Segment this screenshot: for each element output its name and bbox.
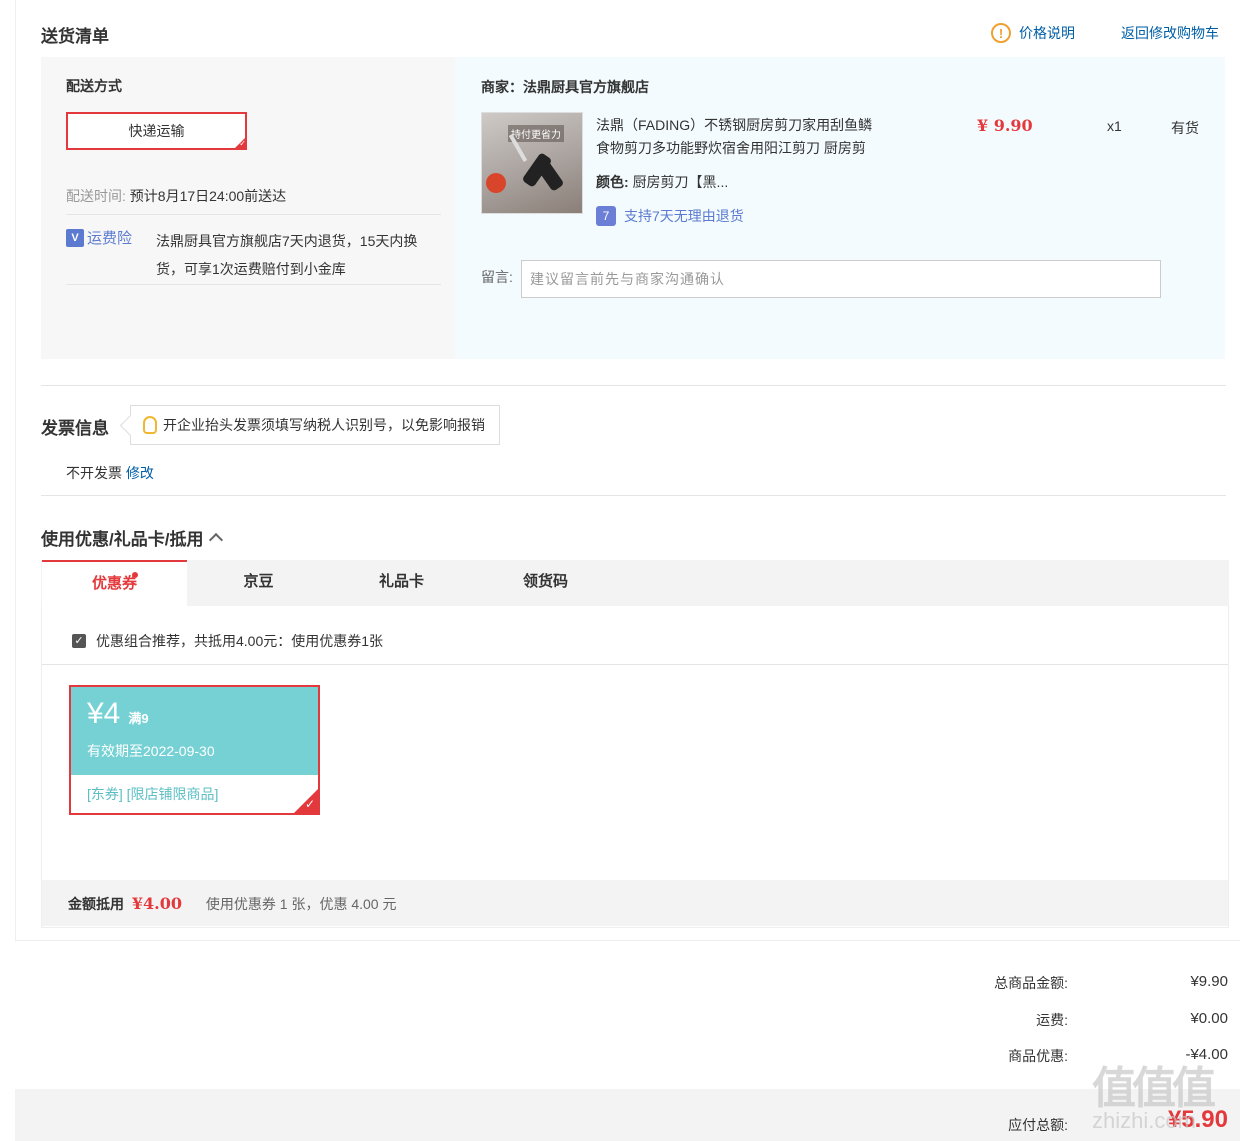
tab-coupon[interactable]: 优惠券 <box>42 560 187 606</box>
tab-pickup-code[interactable]: 领货码 <box>473 560 618 606</box>
tomato-shape <box>486 173 506 193</box>
payable-label: 应付总额: <box>1008 1117 1068 1133</box>
divider <box>41 495 1226 496</box>
discount-tabs: 优惠券 京豆 礼品卡 领货码 <box>41 560 1229 606</box>
invoice-title: 发票信息 <box>41 419 109 438</box>
return-7day-icon: 7 <box>596 206 616 226</box>
divider <box>66 284 441 285</box>
watermark-domain: zhizhi.com <box>1092 1108 1196 1133</box>
freight-insurance-badge[interactable]: V 运费险 <box>66 227 132 248</box>
summary-value: ¥9.90 <box>1190 973 1228 990</box>
price-note-label: 价格说明 <box>1019 25 1075 41</box>
freight-insurance-label: 运费险 <box>87 230 133 247</box>
return-policy: 7 支持7天无理由退货 <box>596 206 744 226</box>
coupon-card[interactable]: ¥4 满9 有效期至2022-09-30 [东券] [限店铺限商品] ✓ <box>69 685 320 815</box>
product-title[interactable]: 法鼎（FADING）不锈钢厨房剪刀家用刮鱼鳞 食物剪刀多功能野炊宿舍用阳江剪刀 … <box>596 114 896 160</box>
delivery-time-label: 配送时间: <box>66 188 126 204</box>
tab-gift-card[interactable]: 礼品卡 <box>329 560 474 606</box>
watermark-logo: 值值值 <box>1092 1064 1216 1113</box>
stock-status: 有货 <box>1171 120 1199 136</box>
coupon-validity: 有效期至2022-09-30 <box>87 743 215 759</box>
insurance-text-line1: 法鼎厨具官方旗舰店7天内退货，15天内换 <box>156 233 418 249</box>
invoice-status: 不开发票 修改 <box>66 463 154 483</box>
express-shipping-option[interactable]: 快递运输 ✓ <box>66 112 247 150</box>
product-title-line1: 法鼎（FADING）不锈钢厨房剪刀家用刮鱼鳞 <box>596 117 873 133</box>
delivery-time-value: 预计8月17日24:00前送达 <box>129 188 287 204</box>
product-image[interactable]: 持付更省力 <box>481 112 583 214</box>
coupon-check-icon: ✓ <box>304 797 315 811</box>
shipping-title: 送货清单 <box>41 27 109 46</box>
combo-recommend[interactable]: ✓ 优惠组合推荐，共抵用4.00元：使用优惠券1张 <box>72 631 383 651</box>
shipping-method-panel <box>41 57 455 359</box>
discount-section-header[interactable]: 使用优惠/礼品卡/抵用 <box>41 525 224 550</box>
coupon-value: ¥4 满9 <box>87 697 149 731</box>
tab-jd-beans[interactable]: 京豆 <box>186 560 331 606</box>
deduct-value: ¥4.00 <box>131 894 182 913</box>
deduct-label: 金额抵用 <box>68 896 124 912</box>
deduct-bar: 金额抵用 ¥4.00 使用优惠券 1 张，优惠 4.00 元 <box>42 880 1228 926</box>
combo-recommend-text: 优惠组合推荐，共抵用4.00元：使用优惠券1张 <box>96 633 384 649</box>
selected-check-icon: ✓ <box>233 136 247 150</box>
product-color-label: 颜色: <box>596 174 629 190</box>
coupon-tags: [东券] [限店铺限商品] <box>87 786 219 802</box>
product-image-caption: 持付更省力 <box>508 125 564 142</box>
invoice-status-text: 不开发票 <box>66 465 122 481</box>
price-note[interactable]: ! 价格说明 <box>991 23 1075 43</box>
summary-label: 商品优惠: <box>1008 1048 1068 1064</box>
method-label: 配送方式 <box>66 78 122 94</box>
coupon-amount: ¥4 <box>87 697 121 730</box>
discount-title: 使用优惠/礼品卡/抵用 <box>41 530 204 549</box>
new-dot-icon <box>132 572 138 578</box>
coupon-condition: 满9 <box>128 711 149 726</box>
summary-label: 运费: <box>1036 1012 1068 1028</box>
merchant-header: 商家：法鼎厨具官方旗舰店 <box>481 77 649 97</box>
product-price: ¥ 9.90 <box>977 116 1033 135</box>
shield-icon: V <box>66 228 84 247</box>
delivery-time: 配送时间: 预计8月17日24:00前送达 <box>66 186 286 206</box>
divider <box>41 385 1226 386</box>
coupon-card-top: ¥4 满9 有效期至2022-09-30 <box>71 687 318 775</box>
summary-value: ¥0.00 <box>1190 1010 1228 1027</box>
tab-coupon-label: 优惠券 <box>91 575 137 592</box>
summary-discount: 商品优惠: -¥4.00 <box>0 1046 1240 1066</box>
express-shipping-label: 快递运输 <box>128 123 185 139</box>
container-bottom-border <box>15 940 1240 941</box>
summary-payable: 应付总额: ¥5.90 <box>0 1106 1240 1140</box>
checkbox-checked-icon[interactable]: ✓ <box>72 634 86 648</box>
product-title-line2: 食物剪刀多功能野炊宿舍用阳江剪刀 厨房剪 <box>596 140 866 156</box>
note-input[interactable]: 建议留言前先与商家沟通确认 <box>521 260 1161 298</box>
summary-shipping: 运费: ¥0.00 <box>0 1010 1240 1030</box>
container-left-border <box>15 0 16 941</box>
merchant-name[interactable]: 法鼎厨具官方旗舰店 <box>523 79 649 95</box>
summary-label: 总商品金额: <box>994 975 1068 991</box>
lightbulb-icon <box>143 416 157 434</box>
divider <box>66 214 441 215</box>
product-quantity: x1 <box>1107 118 1122 134</box>
product-color-value: 厨房剪刀【黑... <box>632 174 729 190</box>
exclamation-circle-icon: ! <box>991 23 1011 43</box>
note-label: 留言: <box>481 269 513 285</box>
back-to-cart-link[interactable]: 返回修改购物车 <box>1121 23 1219 43</box>
divider <box>42 664 1228 665</box>
invoice-tip-text: 开企业抬头发票须填写纳税人识别号，以免影响报销 <box>163 417 485 433</box>
summary-total-goods: 总商品金额: ¥9.90 <box>0 973 1240 993</box>
invoice-tip: 开企业抬头发票须填写纳税人识别号，以免影响报销 <box>130 405 500 445</box>
invoice-edit-link[interactable]: 修改 <box>126 465 154 481</box>
merchant-label: 商家： <box>481 79 523 95</box>
insurance-description: 法鼎厨具官方旗舰店7天内退货，15天内换 货，可享1次运费赔付到小金库 <box>156 227 417 283</box>
deduct-desc: 使用优惠券 1 张，优惠 4.00 元 <box>205 896 397 912</box>
insurance-text-line2: 货，可享1次运费赔付到小金库 <box>156 261 346 277</box>
return-policy-label: 支持7天无理由退货 <box>624 208 744 224</box>
deduct-summary: 金额抵用 ¥4.00 使用优惠券 1 张，优惠 4.00 元 <box>68 894 396 914</box>
product-color: 颜色: 厨房剪刀【黑... <box>596 172 728 192</box>
chevron-up-icon <box>209 532 224 548</box>
